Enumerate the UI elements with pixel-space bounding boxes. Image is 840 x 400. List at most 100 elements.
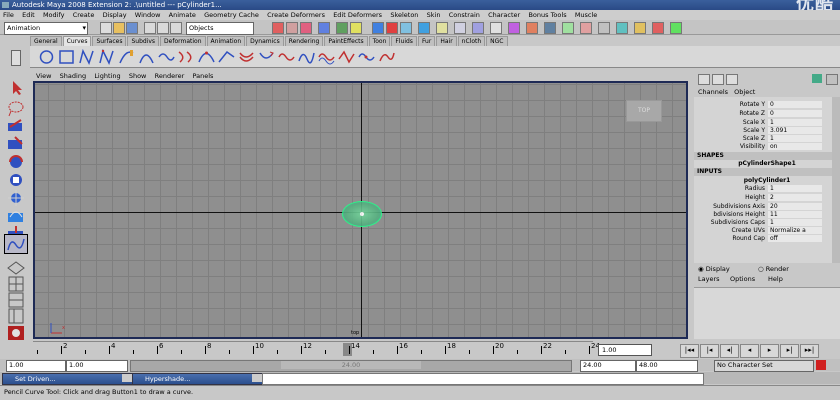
- circle-curve-icon[interactable]: [38, 49, 55, 65]
- render-view-icon[interactable]: [372, 22, 384, 34]
- snap-plane-icon[interactable]: [318, 22, 330, 34]
- menu-bonus-tools[interactable]: Bonus Tools: [528, 11, 566, 19]
- attr-row[interactable]: Create UVs Normalize a: [694, 227, 840, 235]
- attr-row[interactable]: Scale Z1: [694, 135, 840, 143]
- hypershade-icon[interactable]: [436, 22, 448, 34]
- selection-mask-dropdown[interactable]: Objects: [186, 22, 254, 35]
- snap-point-icon[interactable]: [300, 22, 312, 34]
- tab-rendering[interactable]: Rendering: [284, 36, 324, 46]
- panel-menu-view[interactable]: View: [36, 72, 51, 80]
- insert-knot-icon[interactable]: [198, 49, 215, 65]
- menu-edit[interactable]: Edit: [22, 11, 35, 19]
- shape-node-name[interactable]: pCylinderShape1: [694, 160, 840, 168]
- pin-icon[interactable]: [812, 74, 822, 83]
- tab-deformation[interactable]: Deformation: [160, 36, 206, 46]
- panel-menu-shading[interactable]: Shading: [60, 72, 86, 80]
- attr-row[interactable]: Rotate Y0: [694, 101, 840, 109]
- scale-tool-icon[interactable]: [4, 170, 28, 190]
- menu-muscle[interactable]: Muscle: [575, 11, 598, 19]
- layers-menu[interactable]: Layers: [698, 275, 720, 283]
- menu-skin[interactable]: Skin: [427, 11, 441, 19]
- range-knob[interactable]: 24.00: [281, 361, 421, 369]
- view-cube-top[interactable]: TOP: [626, 100, 662, 122]
- help-menu[interactable]: Help: [768, 275, 783, 283]
- panel-menu-panels[interactable]: Panels: [193, 72, 214, 80]
- tab-surfaces[interactable]: Surfaces: [92, 36, 127, 46]
- character-set-dropdown[interactable]: No Character Set: [714, 360, 814, 372]
- cv-hardness-icon[interactable]: [338, 49, 355, 65]
- snap-curve-icon[interactable]: [286, 22, 298, 34]
- layer-editor-toggle-icon[interactable]: [712, 74, 724, 85]
- layers-icon[interactable]: [670, 22, 682, 34]
- step-back-frame-button[interactable]: ◂|: [720, 344, 739, 358]
- layer-list[interactable]: [694, 287, 840, 339]
- range-bar[interactable]: 24.00: [130, 360, 572, 372]
- start-time-field[interactable]: 1.00: [6, 360, 66, 372]
- shelf-menu-icon[interactable]: [11, 50, 21, 66]
- step-back-key-button[interactable]: |◂: [700, 344, 719, 358]
- tab-general[interactable]: General: [30, 36, 62, 46]
- panel-menu-show[interactable]: Show: [129, 72, 147, 80]
- current-time-field[interactable]: 1.00: [598, 344, 652, 356]
- menu-display[interactable]: Display: [103, 11, 127, 19]
- cv-curve-tool-icon[interactable]: [78, 49, 95, 65]
- quick-select-icon[interactable]: [454, 22, 466, 34]
- expand-icon[interactable]: [826, 74, 838, 85]
- tab-ngc[interactable]: NGC: [486, 36, 508, 46]
- menu-animate[interactable]: Animate: [169, 11, 196, 19]
- menu-set-dropdown[interactable]: Animation: [4, 22, 88, 35]
- snap-grid-icon[interactable]: [272, 22, 284, 34]
- arc-tool-icon[interactable]: [138, 49, 155, 65]
- menu-window[interactable]: Window: [135, 11, 161, 19]
- paint-select-tool-icon[interactable]: [4, 116, 28, 136]
- end-time-field[interactable]: 48.00: [636, 360, 698, 372]
- tab-dynamics[interactable]: Dynamics: [246, 36, 284, 46]
- channel-box-scrollbar[interactable]: [832, 97, 840, 263]
- go-to-end-button[interactable]: ▸▸|: [800, 344, 819, 358]
- go-to-start-button[interactable]: |◂◂: [680, 344, 699, 358]
- menu-constrain[interactable]: Constrain: [449, 11, 480, 19]
- soft-mod-tool-icon[interactable]: [4, 206, 28, 226]
- rotate-tool-icon[interactable]: [4, 152, 28, 172]
- fit-bspline-icon[interactable]: [298, 49, 315, 65]
- select-object-icon[interactable]: [157, 22, 169, 34]
- attribute-toggle-icon[interactable]: [726, 74, 738, 85]
- pencil-curve-tool-icon[interactable]: [118, 49, 135, 65]
- attr-row[interactable]: Visibility on: [694, 143, 840, 151]
- tab-fur[interactable]: Fur: [417, 36, 436, 46]
- menu-create-deformers[interactable]: Create Deformers: [267, 11, 325, 19]
- tab-animation[interactable]: Animation: [206, 36, 246, 46]
- save-scene-icon[interactable]: [126, 22, 138, 34]
- menu-file[interactable]: File: [3, 11, 14, 19]
- pcylinder-object[interactable]: [342, 201, 382, 227]
- attr-row[interactable]: Radius 1: [694, 185, 840, 193]
- attach-curves-icon[interactable]: [158, 49, 175, 65]
- render-icon[interactable]: [386, 22, 398, 34]
- reverse-curve-icon[interactable]: [258, 49, 275, 65]
- render-settings-icon[interactable]: [418, 22, 430, 34]
- detach-curves-icon[interactable]: [178, 49, 195, 65]
- render-layout-icon[interactable]: [4, 323, 28, 343]
- menu-create[interactable]: Create: [73, 11, 95, 19]
- channels-menu[interactable]: Channels: [698, 88, 728, 96]
- hypergraph-icon[interactable]: [544, 22, 556, 34]
- tab-ncloth[interactable]: nCloth: [457, 36, 486, 46]
- attribute-editor-icon[interactable]: [508, 22, 520, 34]
- move-tool-icon[interactable]: [4, 134, 28, 154]
- play-forwards-button[interactable]: ▸: [760, 344, 779, 358]
- input-ops-icon[interactable]: [350, 22, 362, 34]
- auto-key-icon[interactable]: [816, 360, 826, 370]
- tab-subdivs[interactable]: Subdivs: [127, 36, 160, 46]
- tab-hair[interactable]: Hair: [436, 36, 457, 46]
- select-tool-icon[interactable]: [4, 78, 28, 98]
- panel-menu-renderer[interactable]: Renderer: [155, 72, 185, 80]
- outliner-icon[interactable]: [526, 22, 538, 34]
- square-curve-icon[interactable]: [58, 49, 75, 65]
- attr-row[interactable]: bdivisions Height 11: [694, 211, 840, 219]
- step-forward-key-button[interactable]: ▸|: [780, 344, 799, 358]
- select-component-icon[interactable]: [170, 22, 182, 34]
- open-scene-icon[interactable]: [113, 22, 125, 34]
- tool-settings-icon[interactable]: [490, 22, 502, 34]
- smooth-curve-icon[interactable]: [318, 49, 335, 65]
- new-scene-icon[interactable]: [100, 22, 112, 34]
